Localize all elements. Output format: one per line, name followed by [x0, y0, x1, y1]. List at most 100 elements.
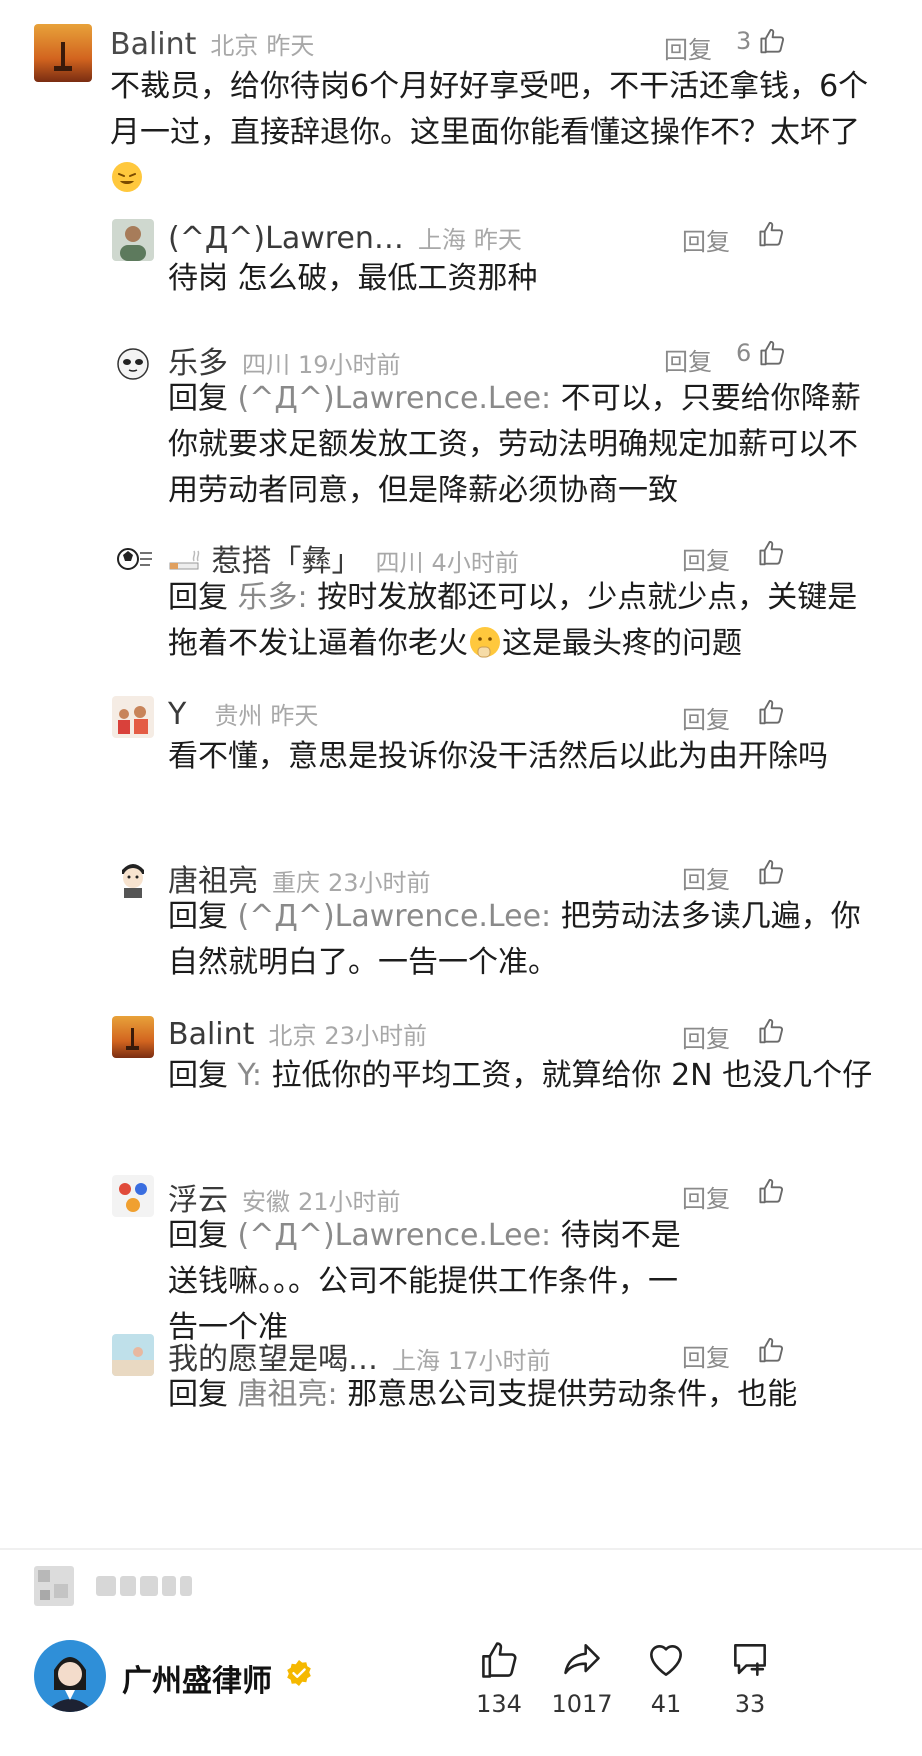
comment-body: 那意思公司支提供劳动条件，也能: [347, 1377, 798, 1412]
panda-avatar[interactable]: [112, 342, 154, 384]
comment-text: 不裁员，给你待岗6个月好好享受吧，不干活还拿钱，6个月一过，直接辞退你。这里面你…: [110, 64, 886, 202]
ball-avatar[interactable]: [112, 537, 154, 579]
comment-body: 不裁员，给你待岗6个月好好享受吧，不干活还拿钱，6个月一过，直接辞退你。这里面你…: [110, 69, 869, 150]
comment-time: 21小时前: [298, 1188, 401, 1216]
comment-location: 安徽: [242, 1188, 290, 1216]
comment-location: 四川: [242, 351, 290, 379]
person-avatar[interactable]: [112, 219, 154, 261]
comment-body: 看不懂，意思是投诉你没干活然后以此为由开除吗: [168, 739, 828, 774]
thumbs-up-icon: [757, 338, 787, 368]
reply-button[interactable]: 回复: [682, 1338, 730, 1373]
reply-target[interactable]: 唐祖亮: [238, 1377, 328, 1412]
reply-prefix: 回复: [168, 381, 228, 416]
thumbs-up-icon: [756, 857, 786, 887]
like-button[interactable]: [756, 219, 786, 249]
reply-prefix: 回复: [168, 580, 228, 615]
reply-button[interactable]: 回复: [664, 30, 712, 65]
thumbs-up-icon: [756, 697, 786, 727]
comment-time: 23小时前: [328, 869, 431, 897]
thumbs-up-icon: [757, 26, 787, 56]
share-count: 1017: [551, 1690, 613, 1718]
photo-avatar[interactable]: [112, 1334, 154, 1376]
comment-username-text[interactable]: 惹搭「彝」: [212, 544, 362, 579]
comment-text: 回复 唐祖亮: 那意思公司支提供劳动条件，也能: [168, 1377, 798, 1412]
thumbs-up-icon: [756, 219, 786, 249]
comment-list: Balint 北京 昨天 回复 3 不裁员，给你待岗6个月好好享受吧，不干活还拿…: [0, 0, 922, 1548]
author-avatar[interactable]: [34, 1640, 106, 1712]
comment-time: 19小时前: [298, 351, 401, 379]
share-button[interactable]: 1017: [537, 1638, 627, 1718]
reply-target[interactable]: Y: [238, 1058, 252, 1093]
comment-location: 重庆: [272, 869, 320, 897]
sunset-avatar[interactable]: [34, 24, 92, 82]
reply-button[interactable]: 回复: [682, 860, 730, 895]
like-button[interactable]: [756, 538, 786, 568]
sunset-avatar[interactable]: [112, 1016, 154, 1058]
reply-prefix: 回复: [168, 1377, 228, 1412]
comment-body: 拉低你的平均工资，就算给你 2N 也没几个仔: [271, 1058, 873, 1093]
comment-input-blurred[interactable]: [96, 1576, 192, 1596]
thumbs-up-icon: [482, 1642, 517, 1678]
reply-button[interactable]: 回复: [682, 700, 730, 735]
comment-username[interactable]: Balint: [110, 27, 196, 62]
reply-button[interactable]: 回复: [682, 541, 730, 576]
comment-time: 17小时前: [448, 1347, 551, 1375]
comment-body: 待岗 怎么破，最低工资那种: [168, 261, 538, 296]
reply-target[interactable]: (^Д^)Lawrence.Lee: [238, 1218, 542, 1253]
like-count: 3: [736, 27, 752, 55]
like-button[interactable]: [756, 857, 786, 887]
comment-text: 回复 乐多: 按时发放都还可以，少点就少点，关键是拖着不发让逼着你老火 这是最头疼…: [168, 580, 858, 661]
share-icon: [564, 1644, 600, 1675]
thumbs-up-icon: [756, 1176, 786, 1206]
comment-add-icon: [734, 1644, 766, 1676]
comment-location: 上海: [417, 226, 466, 254]
comment-time: 4小时前: [431, 549, 519, 577]
reply-target[interactable]: (^Д^)Lawrence.Lee: [238, 899, 542, 934]
like-button[interactable]: [756, 1176, 786, 1206]
reply-prefix: 回复: [168, 1218, 228, 1253]
reply-target[interactable]: 乐多: [238, 580, 298, 615]
author-name[interactable]: 广州盛律师: [122, 1656, 272, 1700]
comment-button[interactable]: 33: [705, 1638, 795, 1718]
shushing-emoji-icon: [468, 625, 502, 659]
comment-count: 33: [734, 1690, 766, 1718]
like-button[interactable]: [756, 697, 786, 727]
family-avatar[interactable]: [112, 696, 154, 738]
thumbs-up-icon: [756, 538, 786, 568]
reply-button[interactable]: 回复: [682, 1179, 730, 1214]
comment-time: 昨天: [270, 702, 319, 730]
heart-icon: [650, 1645, 682, 1676]
like-button[interactable]: 3: [736, 26, 787, 56]
grin-emoji-icon: [110, 160, 144, 194]
like-button[interactable]: 6: [736, 338, 787, 368]
like-count: 134: [476, 1690, 522, 1718]
like-count: 6: [736, 339, 752, 367]
reply-prefix: 回复: [168, 1058, 228, 1093]
favorite-button[interactable]: 41: [621, 1638, 711, 1718]
comment-location: 四川: [375, 549, 424, 577]
reply-prefix: 回复: [168, 899, 228, 934]
verified-badge-icon: [287, 1660, 311, 1686]
like-post-button[interactable]: 134: [454, 1638, 544, 1718]
comment-username[interactable]: Y: [168, 697, 186, 732]
comment-text: 回复 (^Д^)Lawrence.Lee: 不可以，只要给你降薪你就要求足额发放…: [168, 381, 861, 508]
my-avatar[interactable]: [34, 1566, 74, 1606]
comment-text: 回复 Y: 拉低你的平均工资，就算给你 2N 也没几个仔: [168, 1058, 873, 1093]
reply-target[interactable]: (^Д^)Lawrence.Lee: [238, 381, 542, 416]
comment-username[interactable]: 惹搭「彝」: [168, 536, 362, 580]
reply-button[interactable]: 回复: [682, 222, 730, 257]
comment-text: 回复 (^Д^)Lawrence.Lee: 把劳动法多读几遍，你自然就明白了。一…: [168, 899, 861, 980]
reply-button[interactable]: 回复: [664, 342, 712, 377]
cartoon-avatar[interactable]: [112, 856, 154, 898]
comment-time: 昨天: [266, 32, 315, 60]
comment-body-continued: 这是最头疼的问题: [502, 626, 742, 661]
comment-username[interactable]: (^Д^)Lawren…: [168, 221, 404, 256]
like-button[interactable]: [756, 1335, 786, 1365]
comment-username[interactable]: Balint: [168, 1017, 254, 1052]
reply-button[interactable]: 回复: [682, 1019, 730, 1054]
comment-text: 回复 (^Д^)Lawrence.Lee: 待岗不是送钱嘛。。。公司不能提供工作…: [168, 1218, 681, 1345]
sticker-avatar[interactable]: [112, 1175, 154, 1217]
like-button[interactable]: [756, 1016, 786, 1046]
favorite-count: 41: [650, 1690, 682, 1718]
comment-time: 23小时前: [324, 1022, 427, 1050]
